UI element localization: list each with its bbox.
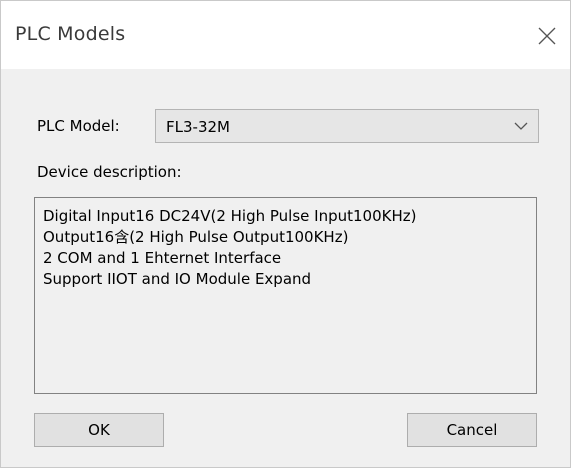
device-description-label: Device description: (37, 163, 182, 181)
plc-model-dropdown[interactable]: FL3-32M (155, 109, 539, 143)
close-button[interactable] (534, 23, 560, 49)
plc-model-label: PLC Model: (37, 117, 120, 135)
plc-model-value: FL3-32M (166, 118, 230, 136)
title-bar: PLC Models (1, 1, 570, 69)
chevron-down-icon (514, 122, 528, 130)
description-line: Digital Input16 DC24V(2 High Pulse Input… (43, 207, 417, 225)
cancel-button[interactable]: Cancel (407, 413, 537, 447)
ok-button[interactable]: OK (34, 413, 164, 447)
close-icon (538, 27, 556, 45)
plc-models-dialog: PLC Models PLC Model: FL3-32M Device des… (0, 0, 571, 468)
description-line: Output16含(2 High Pulse Output100KHz) (43, 228, 349, 246)
dialog-title: PLC Models (15, 23, 126, 45)
description-line: Support IIOT and IO Module Expand (43, 270, 312, 288)
device-description-box: Digital Input16 DC24V(2 High Pulse Input… (34, 197, 537, 394)
dialog-body: PLC Model: FL3-32M Device description: D… (1, 69, 570, 467)
description-line: 2 COM and 1 Ehternet Interface (43, 249, 282, 267)
